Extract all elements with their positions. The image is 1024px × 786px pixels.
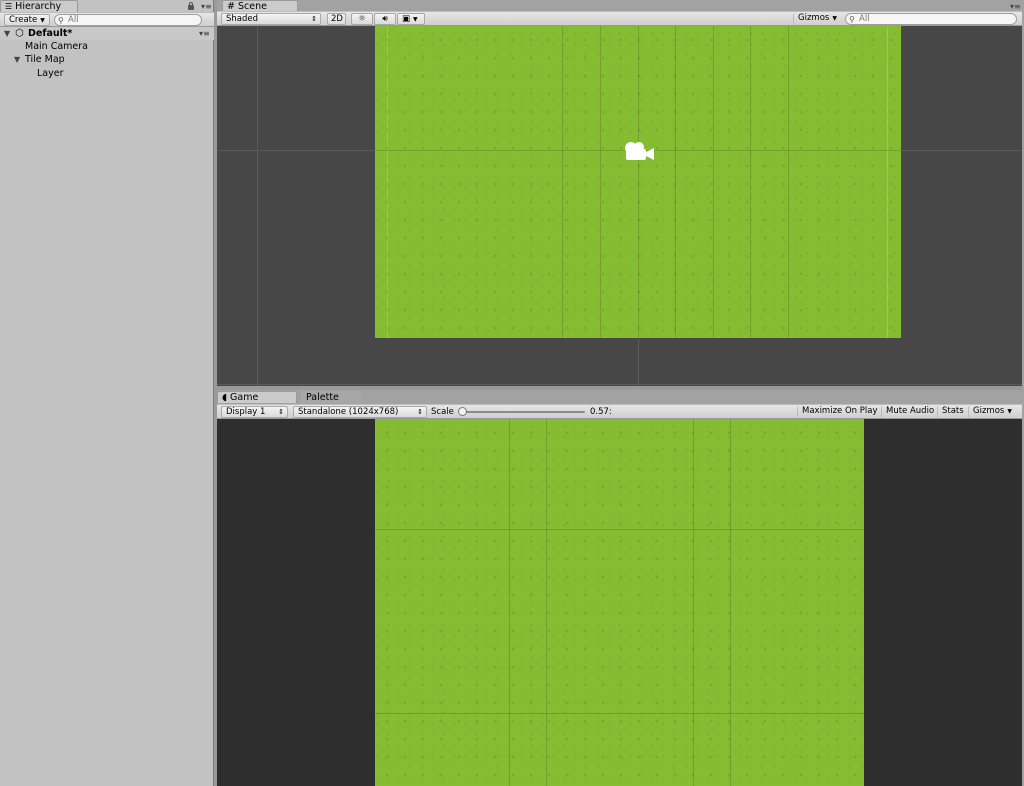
hierarchy-toolbar: Create ▼ ⚲ All	[0, 12, 214, 27]
tab-hierarchy[interactable]: ☰ Hierarchy	[0, 0, 78, 12]
scale-label: Scale	[431, 407, 454, 417]
scene-panel-menu-icon[interactable]: ▾≡	[1010, 3, 1021, 11]
item-label: Tile Map	[25, 54, 65, 65]
game-grass	[375, 419, 864, 786]
display-dropdown[interactable]: Display 1 ⇕	[221, 406, 288, 418]
2d-toggle-button[interactable]: 2D	[327, 13, 346, 25]
tab-game[interactable]: ◖ Game	[217, 391, 297, 403]
mute-label: Mute Audio	[886, 406, 935, 416]
search-placeholder: All	[859, 14, 870, 24]
mute-audio-toggle[interactable]: Mute Audio	[881, 406, 937, 418]
tile-edge	[546, 419, 547, 786]
tab-label: Game	[230, 392, 259, 403]
tab-palette[interactable]: Palette	[301, 391, 361, 403]
shading-mode-dropdown[interactable]: Shaded ⇕	[221, 13, 321, 25]
updown-arrow-icon: ⇕	[311, 15, 317, 23]
tile-edge	[730, 419, 731, 786]
scene-row[interactable]: ▼ ⬡ Default* ▾≡	[0, 27, 214, 40]
scene-search-input[interactable]: ⚲ All	[845, 13, 1017, 25]
tile-edge	[693, 419, 694, 786]
game-viewport[interactable]	[217, 419, 1022, 786]
gizmos-label: Gizmos	[973, 406, 1005, 416]
updown-arrow-icon: ⇕	[417, 408, 423, 416]
resolution-dropdown[interactable]: Standalone (1024x768) ⇕	[293, 406, 427, 418]
search-icon: ⚲	[58, 16, 64, 25]
scene-toolbar: Shaded ⇕ 2D ☼ 🔊︎ ▣ ▼ Gizmos ▼ ⚲ All	[217, 11, 1022, 26]
grid-line	[257, 26, 258, 386]
item-label: Main Camera	[25, 41, 88, 52]
stats-toggle[interactable]: Stats	[937, 406, 967, 418]
tile-edge	[675, 26, 676, 338]
tab-label: Hierarchy	[15, 1, 62, 12]
effects-dropdown[interactable]: ▣ ▼	[397, 13, 425, 25]
list-icon: ☰	[5, 2, 13, 11]
scene-viewport[interactable]	[217, 26, 1022, 386]
expand-triangle-icon[interactable]: ▼	[4, 27, 10, 40]
tile-edge	[750, 26, 751, 338]
camera-gizmo-icon[interactable]	[622, 138, 656, 164]
maximize-label: Maximize On Play	[802, 406, 878, 416]
panel-menu-icon[interactable]: ▾≡	[201, 3, 212, 11]
grid-line	[217, 384, 1022, 385]
dropdown-arrow-icon: ▼	[832, 15, 837, 22]
tile-edge	[638, 26, 639, 338]
tile-edge	[375, 529, 864, 530]
speaker-icon: 🔊︎	[382, 14, 388, 24]
scale-slider-track[interactable]	[461, 411, 585, 413]
item-label: Layer	[37, 68, 64, 79]
stats-label: Stats	[942, 406, 964, 416]
scale-value: 0.57:	[590, 407, 612, 417]
2d-label: 2D	[331, 14, 343, 24]
tile-edge	[600, 26, 601, 338]
game-gizmos-dropdown[interactable]: Gizmos ▼	[968, 406, 1018, 418]
hierarchy-panel: ☰ Hierarchy ▾≡ Create ▼ ⚲ All ▼ ⬡ Default…	[0, 0, 214, 786]
lighting-toggle[interactable]: ☼	[351, 13, 373, 25]
dropdown-arrow-icon: ▼	[413, 16, 418, 23]
create-button[interactable]: Create ▼	[4, 14, 50, 26]
tile-edge	[713, 26, 714, 338]
tile-edge	[887, 26, 888, 338]
hierarchy-search-input[interactable]: ⚲ All	[54, 14, 202, 26]
scene-gizmos-dropdown[interactable]: Gizmos ▼	[793, 13, 841, 25]
resolution-label: Standalone (1024x768)	[298, 407, 399, 417]
dropdown-arrow-icon: ▼	[1007, 408, 1012, 415]
search-placeholder: All	[68, 15, 79, 25]
pacman-icon: ◖	[222, 392, 228, 403]
sun-icon: ☼	[358, 14, 366, 24]
tab-label: Palette	[306, 392, 339, 403]
gizmos-label: Gizmos	[798, 13, 830, 23]
tile-edge	[788, 26, 789, 338]
tile-edge	[375, 713, 864, 714]
game-toolbar: Display 1 ⇕ Standalone (1024x768) ⇕ Scal…	[217, 404, 1022, 419]
hierarchy-item-layer[interactable]: Layer	[37, 67, 64, 80]
expand-triangle-icon[interactable]: ▼	[14, 53, 20, 66]
tile-edge	[562, 26, 563, 338]
tilemap-grass[interactable]	[375, 26, 901, 338]
scene-name: Default*	[28, 28, 73, 39]
updown-arrow-icon: ⇕	[278, 408, 284, 416]
shading-label: Shaded	[226, 14, 259, 24]
tile-edge	[387, 26, 388, 338]
create-label: Create	[9, 15, 38, 25]
search-icon: ⚲	[849, 15, 855, 24]
scale-slider-thumb[interactable]	[458, 407, 467, 416]
audio-toggle[interactable]: 🔊︎	[374, 13, 396, 25]
image-icon: ▣	[402, 14, 411, 24]
tile-edge	[509, 419, 510, 786]
display-label: Display 1	[226, 407, 266, 417]
scene-menu-icon[interactable]: ▾≡	[199, 30, 210, 38]
hierarchy-item-main-camera[interactable]: Main Camera	[25, 40, 88, 53]
lock-icon[interactable]	[188, 2, 194, 10]
unity-logo-icon: ⬡	[15, 28, 24, 39]
maximize-on-play-toggle[interactable]: Maximize On Play	[797, 406, 880, 418]
horizontal-splitter[interactable]	[217, 386, 1022, 390]
dropdown-arrow-icon: ▼	[40, 17, 45, 24]
